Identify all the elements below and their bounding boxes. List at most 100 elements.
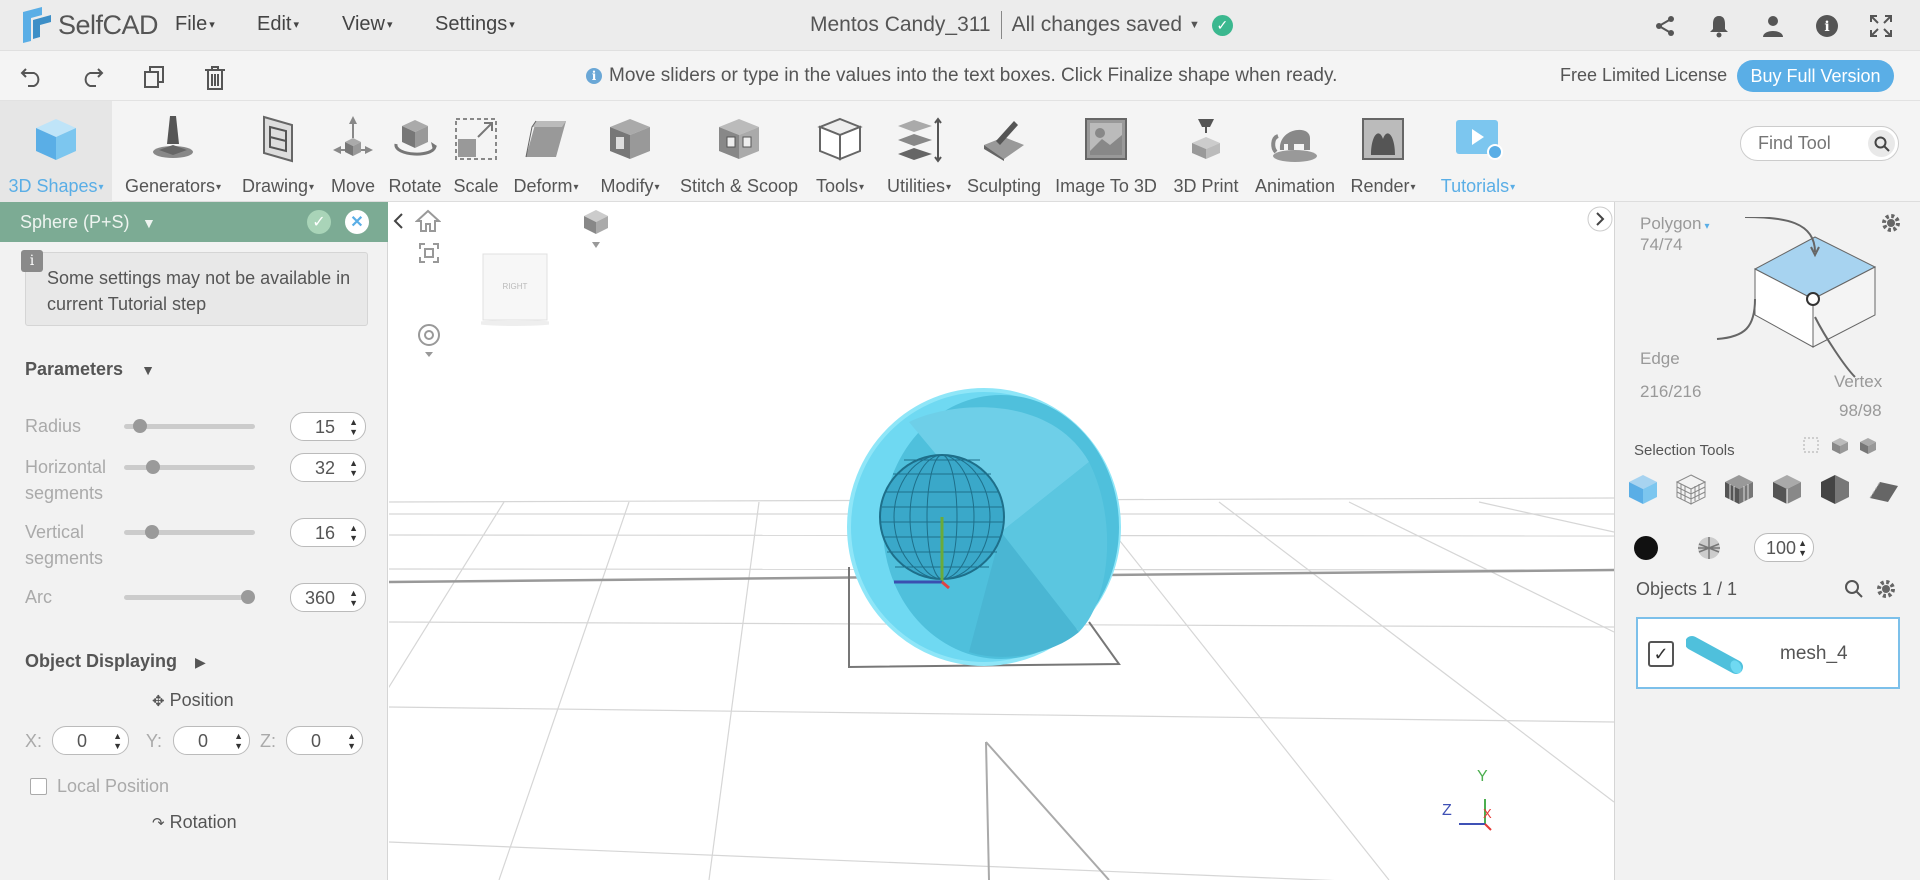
horizontal-segments-slider[interactable] xyxy=(124,460,255,474)
scale-icon xyxy=(452,115,500,163)
tool-tutorials[interactable]: Tutorials▾ xyxy=(1428,101,1528,202)
select-outline-cube-icon[interactable] xyxy=(1770,472,1804,506)
tool-modify[interactable]: Modify▾ xyxy=(592,101,668,202)
select-plane-icon[interactable] xyxy=(1866,472,1900,506)
stepper-arrows-icon[interactable]: ▲ ▼ xyxy=(349,417,358,437)
stepper-arrows-icon[interactable]: ▲ ▼ xyxy=(349,588,358,608)
position-z-input[interactable]: 0 ▲ ▼ xyxy=(286,726,363,755)
slider-knob[interactable] xyxy=(146,460,161,474)
scene-canvas[interactable] xyxy=(389,202,1614,880)
menu-edit[interactable]: Edit ▾ xyxy=(257,13,299,36)
select-box-icon[interactable] xyxy=(1802,436,1822,456)
horizontal-segments-input[interactable]: 32 ▲ ▼ xyxy=(290,453,366,482)
slider-knob[interactable] xyxy=(133,419,148,433)
redo-icon[interactable] xyxy=(80,65,104,87)
share-icon[interactable] xyxy=(1653,14,1677,38)
stepper-arrows-icon[interactable]: ▲ ▼ xyxy=(234,731,243,751)
slider-knob[interactable] xyxy=(241,590,255,604)
select-grid-cube-icon[interactable] xyxy=(1722,472,1756,506)
search-objects-icon[interactable] xyxy=(1844,579,1864,599)
selfcad-logo[interactable]: SelfCAD xyxy=(20,6,159,44)
orbit-icon[interactable] xyxy=(416,322,442,360)
delete-icon[interactable] xyxy=(204,65,226,91)
menu-file[interactable]: File ▾ xyxy=(175,13,215,36)
object-visibility-checkbox[interactable]: ✓ xyxy=(1648,641,1674,667)
color-picker[interactable] xyxy=(1634,536,1658,560)
document-title[interactable]: Mentos Candy_311 xyxy=(810,13,991,37)
select-half-cube-icon[interactable] xyxy=(1818,472,1852,506)
collapse-left-panel-icon[interactable] xyxy=(389,208,409,234)
copy-icon[interactable] xyxy=(143,65,165,89)
tool-tools[interactable]: Tools▾ xyxy=(808,101,872,202)
search-icon[interactable] xyxy=(1868,130,1895,157)
fullscreen-icon[interactable] xyxy=(1869,14,1893,38)
zoom-fit-icon[interactable] xyxy=(418,242,440,264)
vertical-segments-input[interactable]: 16 ▲ ▼ xyxy=(290,518,366,547)
buy-full-version-button[interactable]: Buy Full Version xyxy=(1737,60,1894,92)
tool-deform[interactable]: Deform▾ xyxy=(506,101,586,202)
local-position-checkbox[interactable] xyxy=(30,778,47,795)
select-solid-cube-icon[interactable] xyxy=(1626,472,1660,506)
tool-drawing[interactable]: Drawing▾ xyxy=(235,101,321,202)
tool-render[interactable]: Render▾ xyxy=(1346,101,1420,202)
tool-3d-print[interactable]: 3D Print xyxy=(1168,101,1244,202)
stepper-arrows-icon[interactable]: ▲ ▼ xyxy=(347,731,356,751)
polygon-mode[interactable]: Polygon ▾ xyxy=(1640,214,1709,234)
stepper-arrows-icon[interactable]: ▲ ▼ xyxy=(349,458,358,478)
user-icon[interactable] xyxy=(1761,14,1785,38)
object-list-item[interactable]: ✓ mesh_4 xyxy=(1636,617,1900,689)
select-object-icon[interactable] xyxy=(1858,436,1878,456)
selection-mode-diagram[interactable] xyxy=(1715,217,1905,387)
opacity-input[interactable]: 100 ▲ ▼ xyxy=(1754,533,1814,562)
vertical-segments-slider[interactable] xyxy=(124,525,255,539)
arc-input[interactable]: 360 ▲ ▼ xyxy=(290,583,366,612)
select-wireframe-icon[interactable] xyxy=(1674,472,1708,506)
tool-animation[interactable]: Animation xyxy=(1248,101,1342,202)
position-x-input[interactable]: 0 ▲ ▼ xyxy=(52,726,129,755)
arc-slider[interactable] xyxy=(124,590,255,604)
position-icon: ✥ xyxy=(152,693,165,710)
find-tool-input[interactable] xyxy=(1758,133,1858,154)
save-status-caret-icon[interactable]: ▼ xyxy=(1189,19,1200,31)
tool-scale[interactable]: Scale xyxy=(450,101,502,202)
menu-settings[interactable]: Settings ▾ xyxy=(435,13,515,36)
tool-3d-shapes[interactable]: 3D Shapes▾ xyxy=(0,101,112,202)
parameters-section-title[interactable]: Parameters ▼ xyxy=(25,359,155,380)
object-displaying-section-title[interactable]: Object Displaying ▶ xyxy=(25,651,206,672)
finalize-shape-button[interactable]: ✓ xyxy=(307,210,331,234)
local-position-toggle[interactable]: Local Position xyxy=(30,776,169,797)
cancel-shape-button[interactable]: ✕ xyxy=(345,210,369,234)
stepper-arrows-icon[interactable]: ▲ ▼ xyxy=(1798,538,1807,558)
view-cube[interactable]: RIGHT xyxy=(481,252,549,326)
title-separator xyxy=(1000,11,1002,39)
tool-rotate[interactable]: Rotate xyxy=(384,101,446,202)
home-view-icon[interactable] xyxy=(415,209,441,233)
tutorials-icon xyxy=(1452,114,1504,164)
select-faces-icon[interactable] xyxy=(1830,436,1850,456)
save-status[interactable]: All changes saved xyxy=(1012,13,1182,37)
tool-utilities[interactable]: Utilities▾ xyxy=(877,101,961,202)
tool-sculpting[interactable]: Sculpting xyxy=(965,101,1043,202)
slider-knob[interactable] xyxy=(145,525,160,539)
stepper-arrows-icon[interactable]: ▲ ▼ xyxy=(113,731,122,751)
texture-icon[interactable] xyxy=(1695,534,1723,562)
expand-right-panel-icon[interactable] xyxy=(1587,206,1613,232)
3d-viewport[interactable]: Y Z X RIGHT xyxy=(389,202,1614,880)
help-icon[interactable]: i xyxy=(1815,14,1839,38)
tool-move[interactable]: Move xyxy=(327,101,379,202)
menu-view[interactable]: View ▾ xyxy=(342,13,393,36)
radius-input[interactable]: 15 ▲ ▼ xyxy=(290,412,366,441)
tool-generators[interactable]: Generators▾ xyxy=(117,101,229,202)
stepper-arrows-icon[interactable]: ▲ ▼ xyxy=(349,523,358,543)
position-y-input[interactable]: 0 ▲ ▼ xyxy=(173,726,250,755)
radius-slider[interactable] xyxy=(124,419,255,433)
perspective-icon[interactable] xyxy=(582,208,610,252)
tool-image-to-3d[interactable]: Image To 3D xyxy=(1052,101,1160,202)
undo-icon[interactable] xyxy=(20,65,44,87)
bell-icon[interactable] xyxy=(1707,14,1731,38)
objects-settings-gear-icon[interactable] xyxy=(1875,578,1897,600)
edge-count: 216/216 xyxy=(1640,382,1702,401)
panel-title-caret-icon[interactable]: ▼ xyxy=(142,215,156,231)
edge-pointer-icon xyxy=(1716,298,1756,340)
tool-stitch-scoop[interactable]: Stitch & Scoop xyxy=(674,101,804,202)
